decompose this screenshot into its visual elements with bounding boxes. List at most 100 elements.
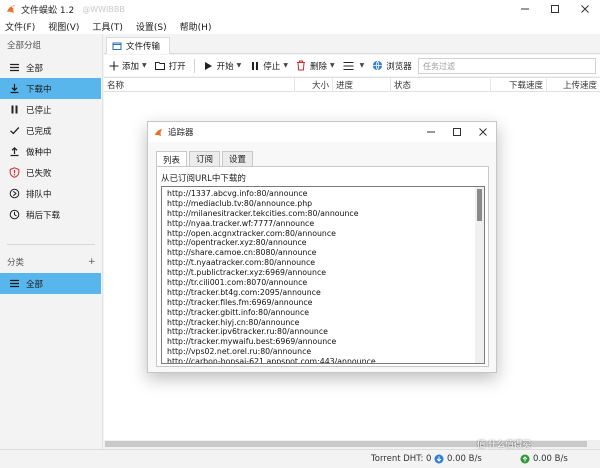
tracker-url: http://carbon-bonsai-621.appspot.com:443… [167, 357, 376, 364]
minimize-button[interactable] [510, 0, 540, 18]
tracker-scrollbar-thumb[interactable] [477, 189, 482, 221]
sidebar-item-seeding[interactable]: 做种中 [0, 141, 101, 162]
download-speed-status: 0.00 B/s [434, 454, 482, 464]
trash-icon [296, 60, 307, 71]
add-button[interactable]: 添加 ▼ [108, 57, 147, 74]
check-icon [8, 125, 20, 137]
more-menu-button[interactable]: ▼ [343, 57, 364, 74]
delete-label: 删除 [309, 61, 327, 72]
sidebar-item-queued[interactable]: 排队中 [0, 183, 101, 204]
sidebar-item-all[interactable]: 全部 [0, 57, 101, 78]
chevron-down-icon: ▼ [142, 62, 147, 69]
maximize-icon [453, 128, 461, 136]
sidebar-item-failed[interactable]: 已失败 [0, 162, 101, 183]
column-progress[interactable]: 进度 [332, 78, 390, 92]
tracker-url: http://t.publictracker.xyz:6969/announce [167, 268, 327, 278]
tab-strip: 文件传输 [104, 34, 600, 54]
tab-list[interactable]: 列表 [156, 151, 188, 167]
menu-file[interactable]: 文件(F) [3, 20, 37, 33]
category-item-all[interactable]: 全部 [0, 273, 101, 294]
sidebar: 全部分组 全部 下载中 已停止 已完成 做种中 已失败 排队中 稍后下载 分类 … [0, 34, 103, 468]
delete-button[interactable]: 删除 ▼ [296, 57, 335, 74]
menu-help[interactable]: 帮助(H) [178, 20, 214, 33]
menu-tools[interactable]: 工具(T) [90, 20, 125, 33]
sidebar-item-downloading[interactable]: 下载中 [0, 78, 101, 99]
tab-label: 文件传输 [126, 42, 161, 52]
tracker-dialog: 追踪器 列表 订阅 设置 从已订阅URL中下载的 http://1337.abc… [147, 121, 497, 373]
sidebar-item-label: 做种中 [26, 147, 52, 158]
tracker-url: http://tracker.ipv6tracker.ru:80/announc… [167, 327, 328, 337]
dht-status: Torrent DHT: 0 [371, 454, 432, 464]
column-download-speed[interactable]: 下载速度 [490, 78, 546, 92]
stop-button[interactable]: 停止 ▼ [249, 57, 288, 74]
sidebar-item-stopped[interactable]: 已停止 [0, 99, 101, 120]
pause-icon [249, 60, 260, 71]
maximize-button[interactable] [540, 0, 570, 18]
column-upload-speed[interactable]: 上传速度 [546, 78, 600, 92]
globe-icon [372, 60, 383, 71]
menu-view[interactable]: 视图(V) [46, 20, 81, 33]
tab-file-transfer[interactable]: 文件传输 [106, 37, 170, 54]
groups-heading: 全部分组 [7, 41, 42, 51]
task-filter-input[interactable]: 任务过滤 [418, 58, 596, 74]
category-heading: 分类 [7, 258, 25, 268]
tracker-url: http://nyaa.tracker.wf:7777/announce [167, 218, 315, 228]
menu-bar: 文件(F) 视图(V) 工具(T) 设置(S) 帮助(H) [0, 18, 600, 34]
list-icon [8, 62, 20, 74]
column-size[interactable]: 大小 [294, 78, 332, 92]
upload-speed-status: 0.00 B/s [520, 454, 568, 464]
tab-subscribe[interactable]: 订阅 [189, 151, 221, 166]
open-button[interactable]: 打开 [154, 57, 186, 74]
tracker-url: http://tracker.hiyj.cn:80/announce [167, 317, 300, 327]
dialog-close-button[interactable] [470, 122, 496, 142]
browser-label: 浏览器 [386, 61, 412, 72]
stop-label: 停止 [263, 61, 281, 72]
menu-settings[interactable]: 设置(S) [134, 20, 169, 33]
tracker-scrollbar[interactable] [475, 187, 484, 363]
add-label: 添加 [122, 61, 140, 72]
app-logo-icon [154, 128, 163, 136]
upload-speed-value: 0.00 B/s [533, 454, 568, 464]
dialog-minimize-button[interactable] [418, 122, 444, 142]
list-icon [8, 278, 20, 290]
close-icon [581, 5, 589, 13]
title-bar: 文件蜈蚣 1.2 @WWIBBB [0, 0, 600, 18]
tracker-url: http://milanesitracker.tekcities.com:80/… [167, 208, 359, 218]
download-speed-value: 0.00 B/s [447, 454, 482, 464]
queue-icon [8, 188, 20, 200]
app-logo-icon [7, 5, 15, 13]
transfer-icon [112, 42, 122, 50]
sidebar-divider [7, 244, 95, 245]
sidebar-item-label: 已完成 [26, 126, 52, 137]
tracker-url: http://t.nyaatracker.com:80/announce [167, 258, 316, 268]
clock-icon [8, 209, 20, 221]
sidebar-item-label: 全部 [26, 63, 44, 74]
start-button[interactable]: 开始 ▼ [203, 57, 241, 74]
tracker-list-textarea[interactable]: http://1337.abcvg.info:80/announce http:/… [161, 186, 485, 364]
tracker-description: 从已订阅URL中下载的 [161, 174, 246, 184]
browser-button[interactable]: 浏览器 [372, 57, 412, 74]
tracker-url: http://opentracker.xyz:80/announce [167, 238, 307, 248]
add-category-button[interactable]: + [88, 257, 96, 267]
tracker-url: http://mediaclub.tv:80/announce.php [167, 198, 313, 208]
tracker-url: http://vps02.net.orel.ru:80/announce [167, 347, 312, 357]
watermark: 值 什么值得买 [477, 438, 531, 450]
dialog-maximize-button[interactable] [444, 122, 470, 142]
dialog-tabs: 列表 订阅 设置 [156, 151, 255, 167]
close-button[interactable] [570, 0, 600, 18]
sidebar-item-later[interactable]: 稍后下载 [0, 204, 101, 225]
column-status[interactable]: 状态 [390, 78, 490, 92]
tracker-url: http://tracker.files.fm:6969/announce [167, 297, 313, 307]
tracker-url: http://tracker.gbitt.info:80/announce [167, 307, 310, 317]
column-name[interactable]: 名称 [104, 78, 294, 92]
upload-speed-icon [520, 454, 530, 464]
pause-icon [8, 104, 20, 116]
sidebar-item-completed[interactable]: 已完成 [0, 120, 101, 141]
tracker-url: http://1337.abcvg.info:80/announce [167, 189, 308, 198]
folder-open-icon [154, 60, 166, 71]
error-icon [8, 167, 20, 179]
sidebar-item-label: 下载中 [26, 84, 52, 95]
close-icon [479, 128, 487, 136]
upload-icon [8, 146, 20, 158]
tab-settings[interactable]: 设置 [222, 151, 254, 166]
